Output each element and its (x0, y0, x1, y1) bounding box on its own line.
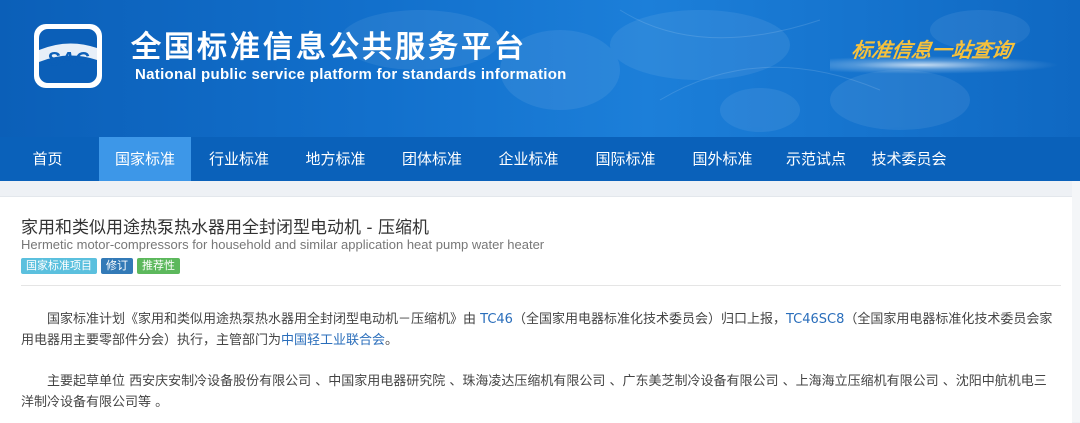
slogan: 标准信息一站查询 (850, 38, 1014, 62)
standard-title: 家用和类似用途热泵热水器用全封闭型电动机 - 压缩机 (21, 218, 429, 238)
nav-item-foreign-standards[interactable]: 国外标准 (674, 137, 771, 181)
plan-text-4: 。 (385, 333, 399, 348)
authority-link[interactable]: 中国轻工业联合会 (281, 333, 385, 348)
badge-national-project: 国家标准项目 (21, 258, 97, 274)
plan-text-1: 国家标准计划《家用和类似用途热泵热水器用全封闭型电动机－压缩机》由 (47, 312, 481, 327)
nav-item-national-standards[interactable]: 国家标准 (99, 137, 191, 181)
tc46-link[interactable]: TC46 (480, 312, 513, 327)
svg-text:SAC: SAC (47, 49, 90, 71)
nav-item-pilot-demo[interactable]: 示范试点 (771, 137, 861, 181)
site-subtitle: National public service platform for sta… (135, 66, 567, 83)
badge-recommended: 推荐性 (137, 258, 180, 274)
nav-item-local-standards[interactable]: 地方标准 (287, 137, 384, 181)
plan-text-2: （全国家用电器标准化技术委员会）归口上报， (512, 312, 786, 327)
standard-title-english: Hermetic motor-compressors for household… (21, 237, 545, 252)
badge-revision: 修订 (101, 258, 133, 274)
tc46sc8-link[interactable]: TC46SC8 (786, 312, 844, 327)
header-banner: SAC 全国标准信息公共服务平台 National public service… (0, 0, 1080, 137)
sac-logo[interactable]: SAC (28, 20, 108, 92)
nav-item-international-standards[interactable]: 国际标准 (577, 137, 674, 181)
nav-item-industry-standards[interactable]: 行业标准 (191, 137, 287, 181)
nav-item-home[interactable]: 首页 (0, 137, 95, 181)
nav-item-technical-committees[interactable]: 技术委员会 (861, 137, 957, 181)
site-title: 全国标准信息公共服务平台 (131, 30, 527, 65)
drafting-units: 主要起草单位 西安庆安制冷设备股份有限公司 、中国家用电器研究院 、珠海凌达压缩… (21, 374, 1047, 410)
page-scrollbar[interactable] (1072, 181, 1080, 422)
nav-item-group-standards[interactable]: 团体标准 (384, 137, 480, 181)
badge-group: 国家标准项目 修订 推荐性 (21, 258, 180, 274)
main-nav: 首页 国家标准 行业标准 地方标准 团体标准 企业标准 国际标准 国外标准 示范… (0, 137, 1080, 181)
divider (21, 285, 1061, 286)
standard-detail-card: 家用和类似用途热泵热水器用全封闭型电动机 - 压缩机 Hermetic moto… (0, 196, 1072, 423)
plan-description: 国家标准计划《家用和类似用途热泵热水器用全封闭型电动机－压缩机》由 TC46（全… (21, 309, 1056, 351)
nav-item-enterprise-standards[interactable]: 企业标准 (480, 137, 577, 181)
